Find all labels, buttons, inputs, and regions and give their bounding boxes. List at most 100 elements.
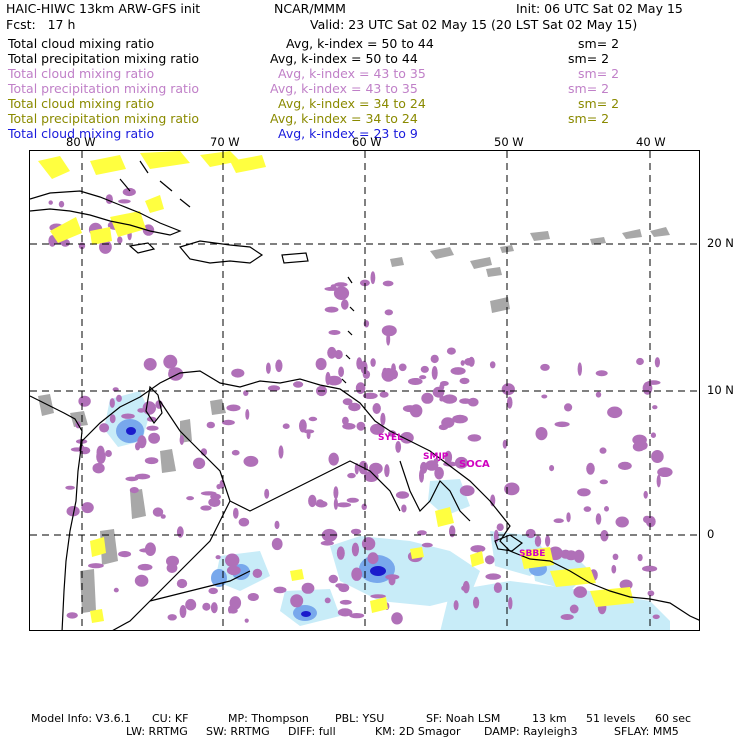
purple-cloud-blob [81,502,94,514]
purple-cloud-blob [642,381,653,395]
purple-cloud-blob [421,392,434,404]
purple-cloud-blob [328,452,339,466]
purple-cloud-blob [308,494,317,508]
purple-cloud-blob [99,423,110,433]
purple-cloud-blob [540,363,550,371]
lon-label: 70 W [210,135,240,149]
diff-scheme: DIFF: full [288,725,336,738]
field-name: Total precipitation mixing ratio [8,111,200,126]
purple-cloud-blob [303,429,315,434]
field-range: Avg, k-index = 50 to 44 [270,51,418,66]
purple-cloud-blob [341,299,349,310]
purple-cloud-blob [360,360,368,374]
purple-cloud-blob [431,366,438,380]
purple-cloud-blob [432,386,445,398]
purple-cloud-blob [273,586,287,594]
mp-scheme: MP: Thompson [228,712,309,725]
purple-cloud-blob [109,398,115,408]
purple-cloud-blob [643,490,648,499]
purple-cloud-blob [134,574,149,587]
field-range: Avg, k-index = 34 to 24 [270,111,418,126]
purple-cloud-blob [595,513,602,525]
purple-cloud-blob [333,498,338,510]
purple-cloud-blob [554,421,570,428]
purple-cloud-blob [226,404,241,412]
purple-cloud-blob [88,563,104,569]
purple-cloud-blob [615,516,629,528]
field-row: Total cloud mixing ratio Avg, k-index = … [8,66,732,81]
purple-cloud-blob [200,491,217,496]
purple-cloud-blob [48,200,53,205]
purple-cloud-blob [278,445,284,459]
purple-cloud-blob [78,395,91,407]
field-name: Total precipitation mixing ratio [8,51,200,66]
field-smooth: sm= 2 [578,96,620,111]
purple-cloud-blob [210,602,218,614]
km-scheme: KM: 2D Smagor [375,725,461,738]
purple-cloud-blob [125,476,139,482]
purple-cloud-blob [372,403,381,414]
purple-cloud-blob [618,461,632,470]
field-row: Total cloud mixing ratio Avg, k-index = … [8,96,732,111]
purple-cloud-blob [336,546,345,560]
purple-cloud-blob [320,540,334,546]
purple-cloud-blob [118,551,132,558]
purple-cloud-blob [65,485,75,490]
purple-cloud-blob [577,488,591,497]
purple-cloud-blob [384,464,390,478]
purple-cloud-blob [228,607,238,614]
purple-cloud-blob [144,542,156,556]
purple-cloud-blob [334,282,348,287]
purple-cloud-blob [409,404,423,418]
purple-cloud-blob [652,614,660,620]
purple-cloud-blob [654,357,661,368]
purple-cloud-blob [470,545,486,553]
lat-label: 10 N [707,383,734,397]
purple-cloud-blob [386,333,391,346]
purple-cloud-blob [632,441,646,452]
purple-cloud-blob [208,587,218,595]
purple-cloud-blob [208,497,221,507]
purple-cloud-blob [121,413,135,419]
purple-cloud-blob [113,587,119,593]
purple-cloud-blob [460,360,465,366]
purple-cloud-blob [245,409,250,420]
purple-cloud-blob [611,564,617,574]
purple-cloud-blob [200,505,212,511]
purple-cloud-blob [452,414,468,424]
purple-cloud-blob [252,568,263,578]
purple-cloud-blob [535,427,548,441]
purple-cloud-blob [600,530,609,542]
field-range: Avg, k-index = 50 to 44 [286,36,434,51]
purple-cloud-blob [573,586,587,598]
purple-cloud-blob [577,362,582,376]
purple-cloud-blob [612,553,619,560]
station-label: SOCA [459,459,490,470]
purple-cloud-blob [328,330,341,335]
valid-time: Valid: 23 UTC Sat 02 May 15 (20 LST Sat … [310,17,638,32]
purple-cloud-blob [496,523,504,531]
lon-label: 60 W [352,135,382,149]
purple-cloud-blob [301,582,315,594]
field-smooth: sm= 2 [568,111,610,126]
purple-cloud-blob [565,550,578,561]
purple-cloud-blob [356,421,366,431]
purple-cloud-blob [347,472,356,479]
purple-cloud-blob [453,600,459,611]
damp-scheme: DAMP: Rayleigh3 [484,725,578,738]
time-step: 60 sec [655,712,692,725]
lw-scheme: LW: RRTMG [126,725,188,738]
purple-cloud-blob [549,465,555,472]
purple-cloud-blob [430,354,439,364]
purple-cloud-blob [144,457,159,465]
field-range: Avg, k-index = 43 to 35 [278,66,426,81]
lat-label: 0 [707,527,715,541]
purple-cloud-blob [229,596,242,610]
purple-cloud-blob [176,578,188,589]
purple-cloud-blob [637,554,643,562]
purple-cloud-blob [231,449,240,456]
purple-cloud-blob [380,412,386,426]
field-row: Total precipitation mixing ratio Avg, k-… [8,51,732,66]
purple-cloud-blob [167,614,177,621]
purple-cloud-blob [117,236,123,244]
